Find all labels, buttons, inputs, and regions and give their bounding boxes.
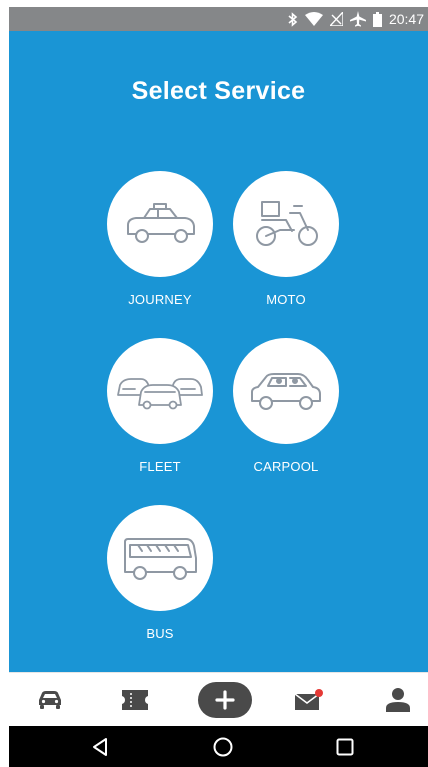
home-icon: [213, 737, 233, 756]
nav-add[interactable]: [190, 673, 260, 727]
status-time: 20:47: [388, 11, 424, 27]
service-selection-panel: Select Service JOURNEY MOTO FLEET CARPOO…: [9, 31, 428, 672]
no-signal-icon: [329, 12, 343, 26]
android-home-button[interactable]: [198, 726, 248, 767]
nav-car[interactable]: [22, 673, 78, 727]
service-bus[interactable]: BUS: [90, 505, 230, 655]
add-icon: [215, 690, 235, 710]
android-back-button[interactable]: [75, 726, 125, 767]
service-fleet[interactable]: FLEET: [90, 338, 230, 488]
notification-dot: [315, 689, 323, 697]
nav-profile[interactable]: [370, 673, 426, 727]
service-fleet-label: FLEET: [139, 459, 181, 474]
service-moto-circle[interactable]: [233, 171, 339, 277]
back-icon: [93, 737, 107, 756]
wifi-icon: [304, 12, 323, 26]
mail-icon: [294, 689, 323, 710]
airplane-icon: [349, 11, 366, 27]
service-fleet-circle[interactable]: [107, 338, 213, 444]
taxi-car-icon: [127, 203, 195, 243]
page-title: Select Service: [131, 77, 306, 105]
android-recents-button[interactable]: [320, 726, 370, 767]
service-carpool-circle[interactable]: [233, 338, 339, 444]
bottom-navigation: [9, 672, 428, 726]
nav-messages[interactable]: [281, 673, 337, 727]
service-moto-label: MOTO: [266, 292, 306, 307]
service-journey-circle[interactable]: [107, 171, 213, 277]
car-icon: [39, 691, 61, 709]
delivery-moto-icon: [256, 201, 318, 246]
service-carpool-label: CARPOOL: [253, 459, 319, 474]
profile-icon: [386, 688, 410, 712]
nav-tickets[interactable]: [107, 673, 163, 727]
service-carpool[interactable]: CARPOOL: [216, 338, 356, 488]
status-icons: 20:47: [288, 7, 424, 31]
service-moto[interactable]: MOTO: [216, 171, 356, 321]
ticket-icon: [122, 690, 148, 710]
battery-icon: [372, 11, 382, 27]
carpool-car-icon: [251, 373, 321, 410]
android-navigation-bar: [9, 726, 428, 767]
service-journey-label: JOURNEY: [128, 292, 192, 307]
bluetooth-icon: [288, 11, 298, 27]
service-bus-circle[interactable]: [107, 505, 213, 611]
add-button[interactable]: [198, 682, 252, 718]
bus-icon: [124, 538, 197, 580]
fleet-cars-icon: [117, 378, 203, 410]
service-bus-label: BUS: [146, 626, 174, 641]
recents-icon: [336, 738, 354, 755]
service-journey[interactable]: JOURNEY: [90, 171, 230, 321]
status-bar: 20:47: [9, 7, 428, 31]
